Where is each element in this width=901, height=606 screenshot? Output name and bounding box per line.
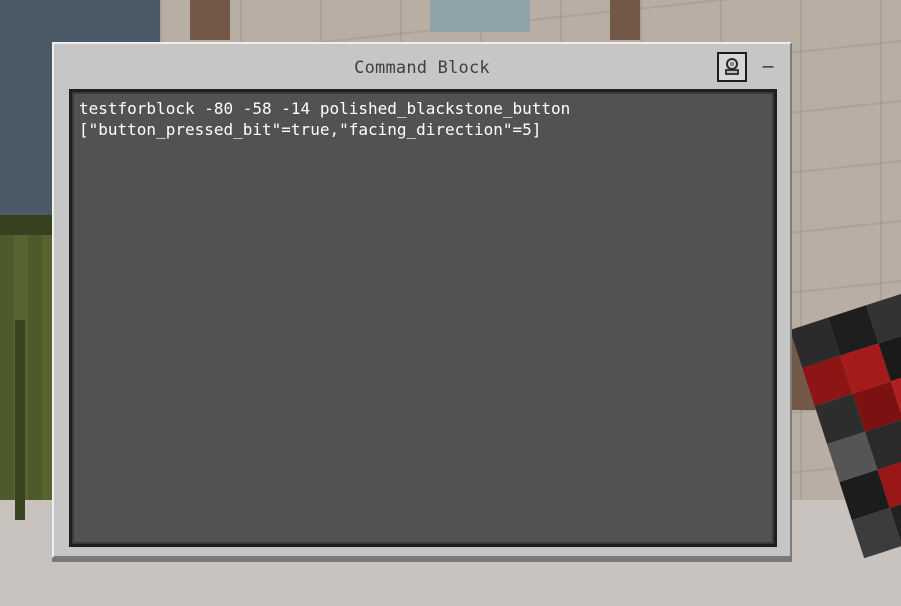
fence-post: [15, 320, 25, 520]
command-block-settings-icon: [725, 58, 739, 75]
command-input[interactable]: testforblock -80 -58 -14 polished_blacks…: [69, 89, 777, 547]
wood-beam: [610, 0, 640, 40]
command-block-dialog: Command Block – testforblock -80 -58 -14…: [52, 42, 792, 558]
glass-block: [430, 0, 530, 32]
minimize-button[interactable]: –: [759, 56, 777, 78]
hedge: [0, 215, 60, 235]
command-line-1: testforblock -80 -58 -14 polished_blacks…: [79, 99, 571, 118]
wood-beam: [190, 0, 230, 40]
dialog-title: Command Block: [354, 58, 490, 78]
command-line-2: ["button_pressed_bit"=true,"facing_direc…: [79, 120, 542, 139]
settings-button[interactable]: [717, 52, 747, 82]
command-text: testforblock -80 -58 -14 polished_blacks…: [79, 98, 768, 140]
